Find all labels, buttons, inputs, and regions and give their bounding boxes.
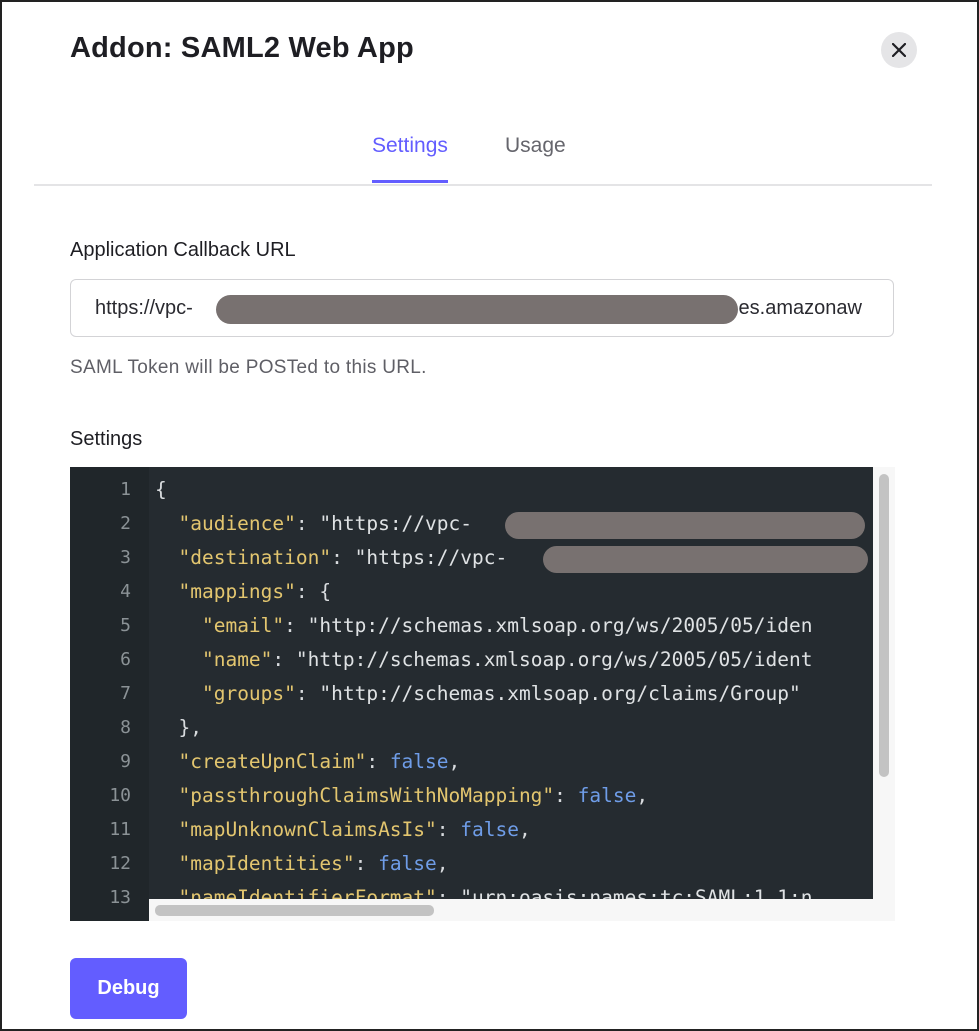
json-value: "https://vpc- bbox=[319, 512, 472, 535]
debug-button[interactable]: Debug bbox=[70, 958, 187, 1019]
json-key: "groups" bbox=[201, 682, 296, 705]
json-value: "http://schemas.xmlsoap.org/ws/2005/05/i… bbox=[307, 614, 813, 637]
line-number: 11 bbox=[109, 819, 131, 840]
settings-label: Settings bbox=[70, 428, 143, 450]
code-line-4: "mappings": { bbox=[178, 580, 332, 603]
code-line-6: "name": "http://schemas.xmlsoap.org/ws/2… bbox=[201, 648, 813, 671]
line-number: 9 bbox=[120, 751, 131, 772]
code-line-9: "createUpnClaim": false, bbox=[178, 750, 461, 773]
json-key: "name" bbox=[201, 648, 273, 671]
line-number: 7 bbox=[120, 683, 131, 704]
line-number: 2 bbox=[120, 513, 131, 534]
line-number: 10 bbox=[109, 785, 131, 806]
callback-url-suffix: .es.amazonaw bbox=[733, 297, 862, 319]
vertical-scrollbar[interactable] bbox=[873, 467, 895, 899]
code-line-5: "email": "http://schemas.xmlsoap.org/ws/… bbox=[201, 614, 813, 637]
code-line-2: "audience": "https://vpc- bbox=[178, 512, 472, 535]
json-key: "mappings" bbox=[178, 580, 296, 603]
tab-settings[interactable]: Settings bbox=[372, 134, 448, 183]
json-bool: false bbox=[460, 818, 519, 841]
callback-url-prefix: https://vpc- bbox=[95, 297, 193, 319]
json-bool: false bbox=[378, 852, 437, 875]
json-key: "createUpnClaim" bbox=[178, 750, 367, 773]
json-value: "https://vpc- bbox=[354, 546, 508, 569]
addon-modal: Addon: SAML2 Web App Settings Usage Appl… bbox=[0, 0, 979, 1031]
line-number: 5 bbox=[120, 615, 131, 636]
line-number: 8 bbox=[120, 717, 131, 738]
settings-code-editor[interactable]: 1 2 3 4 5 6 7 8 9 10 11 12 13 { "audienc… bbox=[70, 467, 895, 921]
line-number-gutter: 1 2 3 4 5 6 7 8 9 10 11 12 13 bbox=[70, 467, 149, 921]
code-line-1: { bbox=[155, 478, 167, 501]
tab-bar: Settings Usage bbox=[34, 120, 932, 186]
code-line-11: "mapUnknownClaimsAsIs": false, bbox=[178, 818, 531, 841]
line-number: 1 bbox=[120, 479, 131, 500]
horizontal-scrollbar-thumb[interactable] bbox=[155, 905, 434, 916]
json-value: "http://schemas.xmlsoap.org/ws/2005/05/i… bbox=[295, 648, 813, 671]
code-line-3: "destination": "https://vpc- bbox=[178, 546, 508, 569]
code-line-7: "groups": "http://schemas.xmlsoap.org/cl… bbox=[201, 682, 801, 705]
redaction-mark bbox=[543, 546, 868, 573]
tab-usage[interactable]: Usage bbox=[505, 134, 566, 180]
json-key: "mapIdentities" bbox=[178, 852, 355, 875]
close-icon bbox=[892, 43, 906, 57]
line-number: 13 bbox=[109, 887, 131, 908]
json-key: "audience" bbox=[178, 512, 296, 535]
code-brace: { bbox=[155, 478, 167, 501]
json-value: "http://schemas.xmlsoap.org/claims/Group… bbox=[319, 682, 801, 705]
callback-url-label: Application Callback URL bbox=[70, 239, 296, 261]
line-number: 12 bbox=[109, 853, 131, 874]
code-line-8: }, bbox=[178, 716, 202, 739]
line-number: 6 bbox=[120, 649, 131, 670]
callback-url-helper: SAML Token will be POSTed to this URL. bbox=[70, 357, 427, 378]
code-line-12: "mapIdentities": false, bbox=[178, 852, 449, 875]
json-key: "passthroughClaimsWithNoMapping" bbox=[178, 784, 555, 807]
line-number: 4 bbox=[120, 581, 131, 602]
close-button[interactable] bbox=[881, 32, 917, 68]
json-bool: false bbox=[389, 750, 449, 773]
vertical-scrollbar-thumb[interactable] bbox=[879, 474, 889, 777]
json-key: "destination" bbox=[178, 546, 332, 569]
callback-url-input[interactable]: https://vpc- .es.amazonaw bbox=[70, 279, 894, 337]
json-key: "mapUnknownClaimsAsIs" bbox=[178, 818, 437, 841]
modal-title: Addon: SAML2 Web App bbox=[70, 32, 414, 64]
horizontal-scrollbar[interactable] bbox=[149, 899, 895, 921]
redaction-mark bbox=[505, 512, 865, 539]
redaction-mark bbox=[216, 295, 738, 324]
json-bool: false bbox=[577, 784, 637, 807]
line-number: 3 bbox=[120, 547, 131, 568]
json-key: "email" bbox=[201, 614, 285, 637]
code-line-10: "passthroughClaimsWithNoMapping": false, bbox=[178, 784, 649, 807]
